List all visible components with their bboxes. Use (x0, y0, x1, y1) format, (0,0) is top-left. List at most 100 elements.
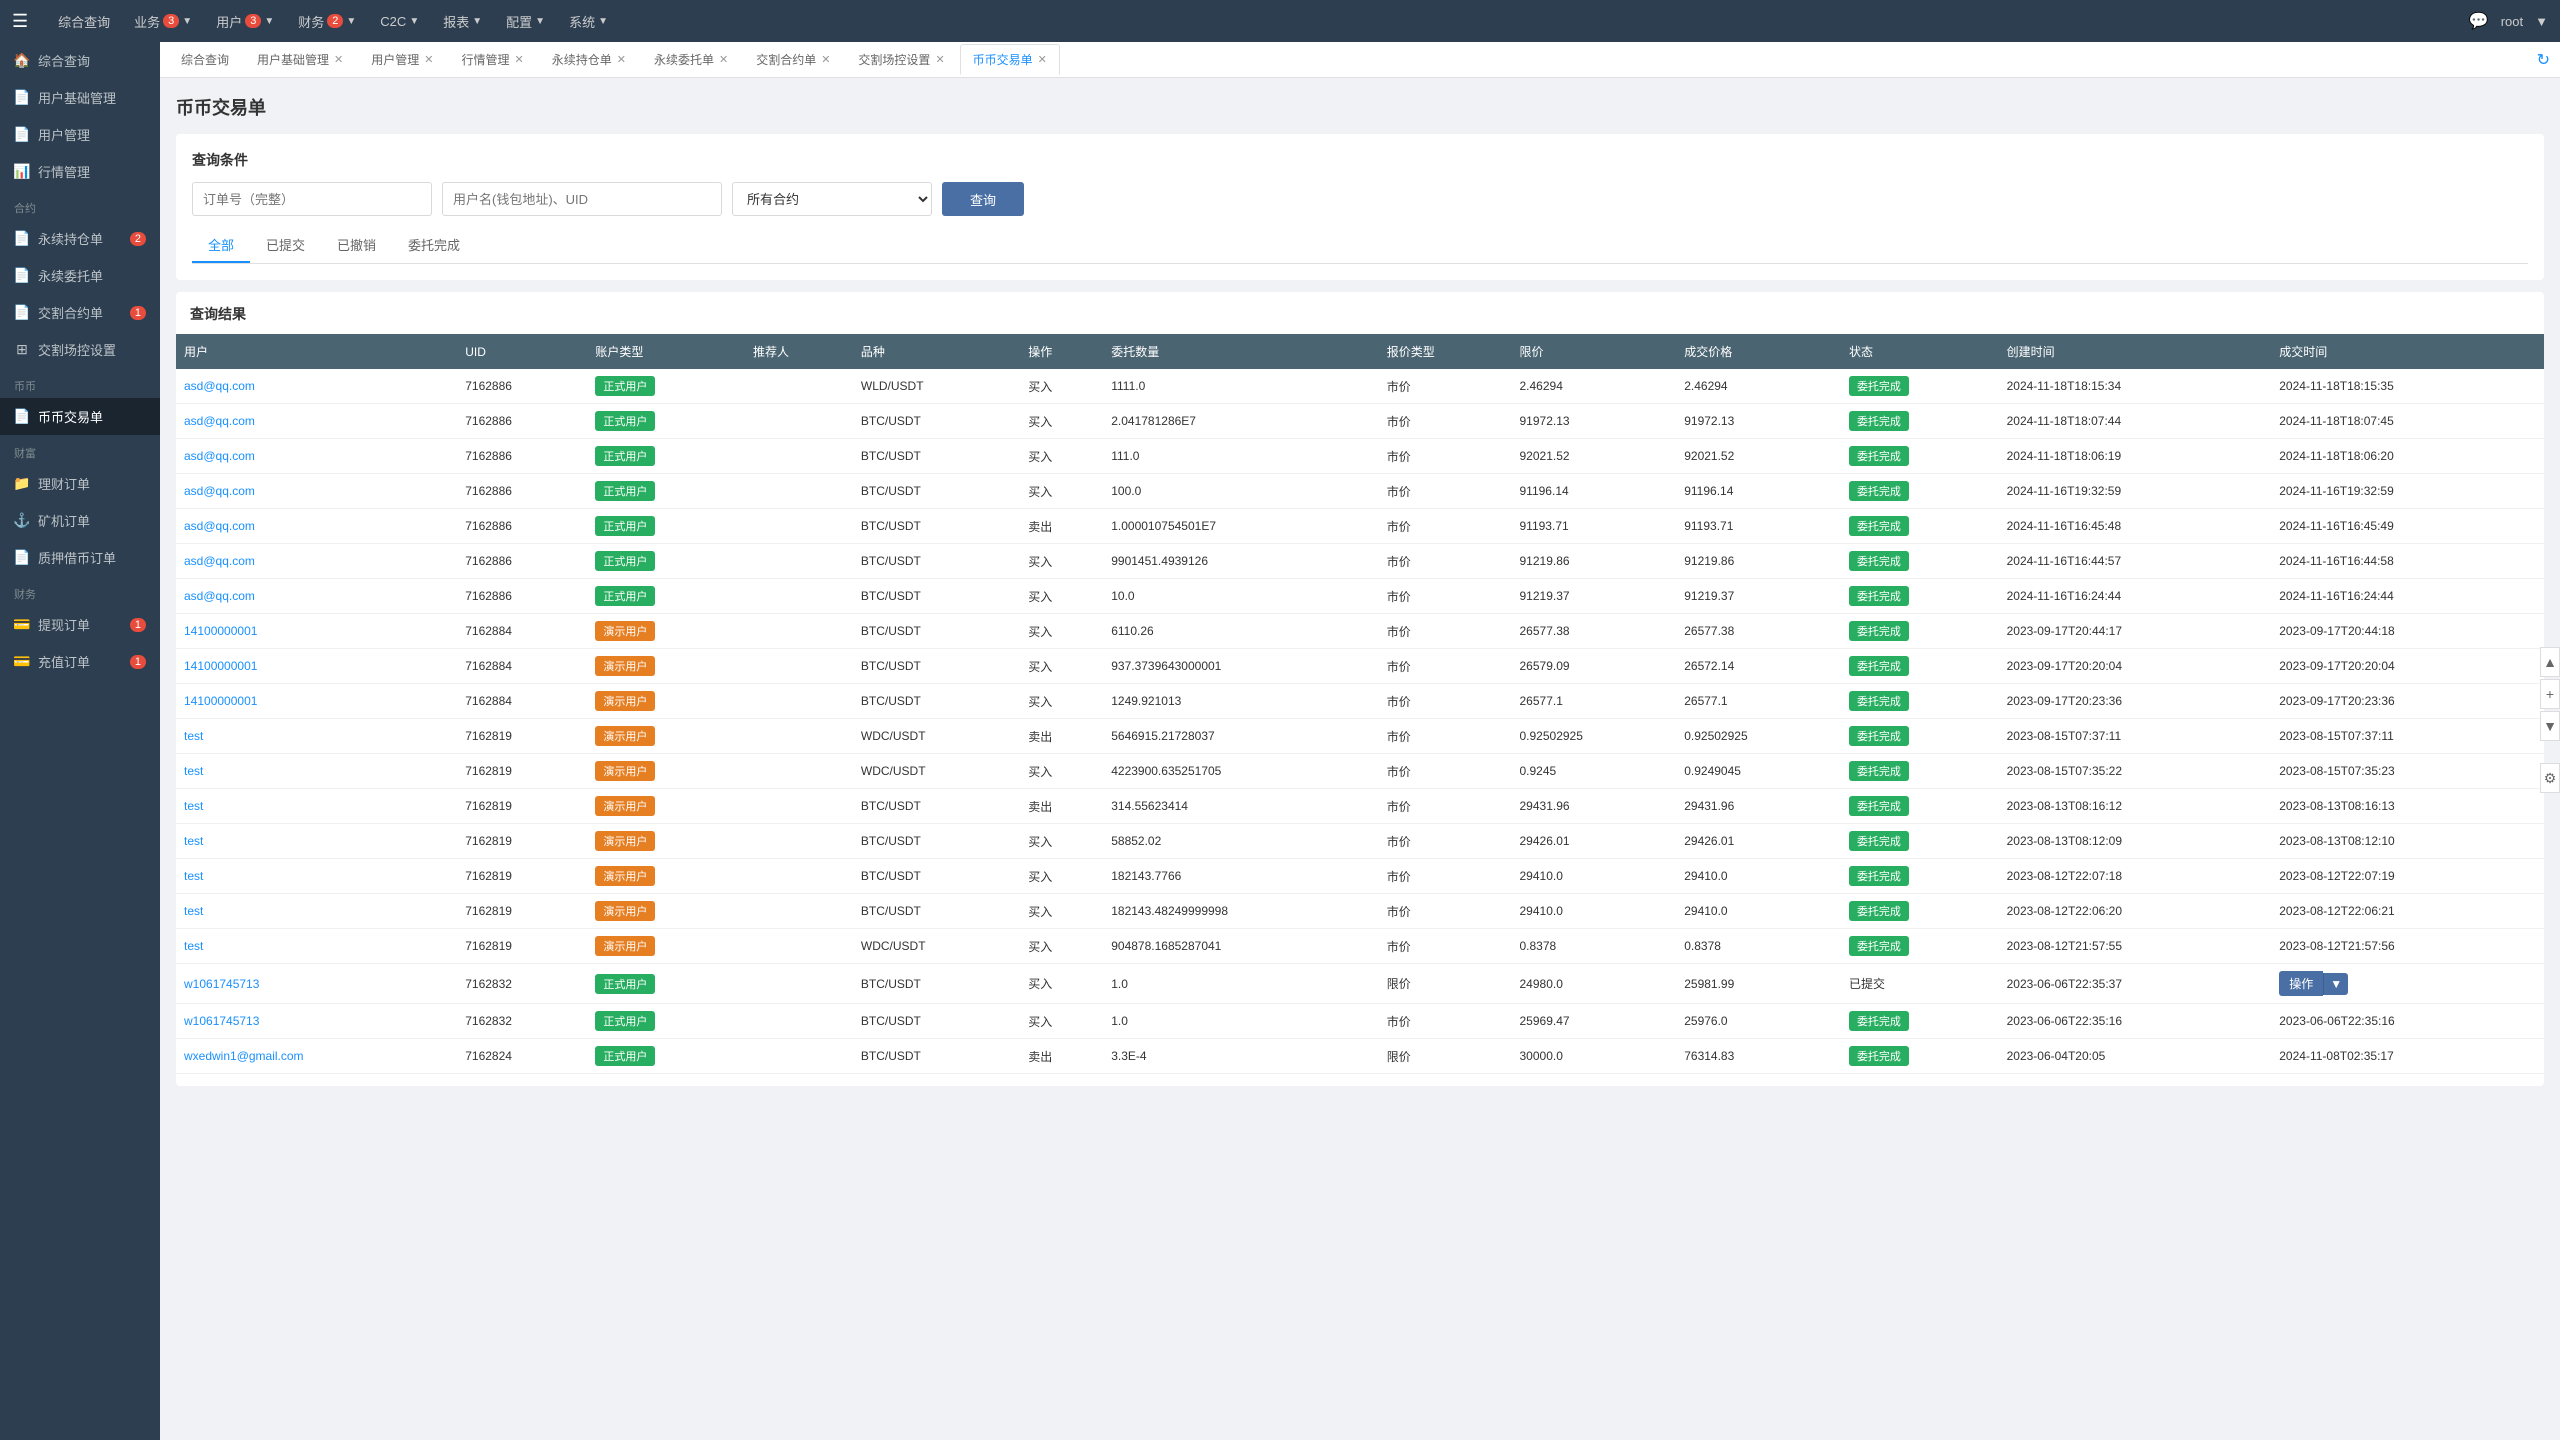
cell-quantity: 182143.7766 (1103, 859, 1378, 894)
user-link[interactable]: asd@qq.com (184, 449, 255, 463)
refresh-icon[interactable]: ↻ (2537, 50, 2550, 70)
sidebar-item-理财订单[interactable]: 📁理财订单 (0, 465, 160, 502)
contract-select[interactable]: 所有合约 (732, 182, 932, 216)
user-link[interactable]: w1061745713 (184, 977, 259, 991)
nav-item-系统[interactable]: 系统 ▼ (559, 6, 618, 37)
cell-product: BTC/USDT (853, 824, 1020, 859)
settings-button[interactable]: ⚙ (2540, 763, 2560, 793)
tab-label: 用户管理 (371, 51, 419, 68)
sidebar-item-币币交易单[interactable]: 📄币币交易单 (0, 398, 160, 435)
cell-limit-price: 29410.0 (1512, 894, 1677, 929)
column-header-委托数量: 委托数量 (1103, 334, 1378, 369)
tab-close-icon[interactable]: ✕ (821, 53, 830, 66)
tab-用户管理[interactable]: 用户管理 ✕ (358, 44, 446, 75)
op-button[interactable]: 操作 (2279, 971, 2323, 996)
cell-deal-price: 26572.14 (1676, 649, 1841, 684)
column-header-品种: 品种 (853, 334, 1020, 369)
tab-交割场控设置[interactable]: 交割场控设置✕ (845, 44, 957, 75)
nav-item-综合查询[interactable]: 综合查询 (48, 6, 120, 37)
user-link[interactable]: 14100000001 (184, 659, 257, 673)
tab-close-icon[interactable]: ✕ (1038, 53, 1047, 66)
sidebar-item-永续委托单[interactable]: 📄永续委托单 (0, 257, 160, 294)
nav-item-报表[interactable]: 报表 ▼ (433, 6, 492, 37)
sidebar-item-质押借币订单[interactable]: 📄质押借币订单 (0, 539, 160, 576)
cell-status: 委托完成 (1841, 1039, 1999, 1074)
tab-用户基础管理[interactable]: 用户基础管理✕ (244, 44, 356, 75)
nav-item-财务[interactable]: 财务2 ▼ (288, 6, 366, 37)
tab-close-icon[interactable]: ✕ (719, 53, 728, 66)
cell-action: 买入 (1020, 964, 1103, 1004)
cell-uid: 7162819 (457, 859, 587, 894)
user-link[interactable]: asd@qq.com (184, 589, 255, 603)
user-link[interactable]: test (184, 939, 203, 953)
user-link[interactable]: test (184, 834, 203, 848)
sidebar-item-矿机订单[interactable]: ⚓矿机订单 (0, 502, 160, 539)
sidebar-item-永续持仓单[interactable]: 📄永续持仓单2 (0, 220, 160, 257)
user-link[interactable]: test (184, 764, 203, 778)
cell-deal-price: 91219.37 (1676, 579, 1841, 614)
nav-item-配置[interactable]: 配置 ▼ (496, 6, 555, 37)
tab-永续委托单[interactable]: 永续委托单✕ (641, 44, 741, 75)
tab-close-icon[interactable]: ✕ (935, 53, 944, 66)
user-link[interactable]: asd@qq.com (184, 484, 255, 498)
nav-item-用户[interactable]: 用户3 ▼ (206, 6, 284, 37)
tab-close-icon[interactable]: ✕ (617, 53, 626, 66)
user-link[interactable]: asd@qq.com (184, 379, 255, 393)
tab-close-icon[interactable]: ✕ (515, 53, 524, 66)
filter-tab-委托完成[interactable]: 委托完成 (392, 228, 476, 263)
table-row: asd@qq.com 7162886 正式用户 BTC/USDT 卖出 1.00… (176, 509, 2544, 544)
tab-行情管理[interactable]: 行情管理✕ (448, 44, 536, 75)
sidebar-item-综合查询[interactable]: 🏠综合查询 (0, 42, 160, 79)
user-link[interactable]: test (184, 904, 203, 918)
tab-close-icon[interactable]: ✕ (334, 53, 343, 66)
cell-action: 买入 (1020, 579, 1103, 614)
user-input[interactable] (442, 182, 722, 216)
scroll-up-button[interactable]: ▲ (2540, 647, 2560, 677)
user-link[interactable]: 14100000001 (184, 694, 257, 708)
filter-tab-已撤销[interactable]: 已撤销 (321, 228, 392, 263)
account-type-badge: 正式用户 (595, 446, 655, 466)
filter-tab-全部[interactable]: 全部 (192, 228, 250, 263)
user-link[interactable]: test (184, 869, 203, 883)
user-info[interactable]: root (2501, 14, 2523, 29)
user-link[interactable]: test (184, 729, 203, 743)
table-row: w1061745713 7162832 正式用户 BTC/USDT 买入 1.0… (176, 1004, 2544, 1039)
cell-status: 委托完成 (1841, 929, 1999, 964)
cell-status: 委托完成 (1841, 824, 1999, 859)
user-link[interactable]: asd@qq.com (184, 554, 255, 568)
sidebar-item-交割场控设置[interactable]: ⊞交割场控设置 (0, 331, 160, 368)
filter-tab-已提交[interactable]: 已提交 (250, 228, 321, 263)
op-dropdown-button[interactable]: ▼ (2323, 973, 2348, 995)
sidebar-item-提现订单[interactable]: 💳提现订单1 (0, 606, 160, 643)
cell-create-time: 2024-11-16T16:45:48 (1999, 509, 2272, 544)
sidebar-item-行情管理[interactable]: 📊行情管理 (0, 153, 160, 190)
sidebar-item-用户基础管理[interactable]: 📄用户基础管理 (0, 79, 160, 116)
tab-永续持仓单[interactable]: 永续持仓单✕ (539, 44, 639, 75)
tab-综合查询[interactable]: 综合查询 (168, 44, 242, 75)
user-link[interactable]: w1061745713 (184, 1014, 259, 1028)
sidebar-item-充值订单[interactable]: 💳充值订单1 (0, 643, 160, 680)
user-link[interactable]: asd@qq.com (184, 519, 255, 533)
user-link[interactable]: test (184, 799, 203, 813)
chat-icon[interactable]: 💬 (2469, 11, 2489, 31)
scroll-down-button[interactable]: ▼ (2540, 711, 2560, 741)
account-type-badge: 正式用户 (595, 586, 655, 606)
nav-item-C2C[interactable]: C2C ▼ (370, 8, 429, 35)
user-link[interactable]: wxedwin1@gmail.com (184, 1049, 304, 1063)
hamburger-icon[interactable]: ☰ (12, 11, 28, 32)
tab-close-icon[interactable]: ✕ (424, 53, 433, 66)
sidebar-item-用户管理[interactable]: 📄用户管理 (0, 116, 160, 153)
cell-create-time: 2024-11-18T18:07:44 (1999, 404, 2272, 439)
cell-deal-price: 26577.38 (1676, 614, 1841, 649)
query-button[interactable]: 查询 (942, 182, 1024, 216)
tab-交割合约单[interactable]: 交割合约单✕ (743, 44, 843, 75)
nav-item-业务[interactable]: 业务3 ▼ (124, 6, 202, 37)
user-dropdown-icon[interactable]: ▼ (2535, 14, 2548, 29)
user-link[interactable]: 14100000001 (184, 624, 257, 638)
sidebar-item-交割合约单[interactable]: 📄交割合约单1 (0, 294, 160, 331)
tab-币币交易单[interactable]: 币币交易单✕ (960, 44, 1060, 75)
user-link[interactable]: asd@qq.com (184, 414, 255, 428)
add-button[interactable]: + (2540, 679, 2560, 709)
order-input[interactable] (192, 182, 432, 216)
cell-referrer (745, 894, 853, 929)
